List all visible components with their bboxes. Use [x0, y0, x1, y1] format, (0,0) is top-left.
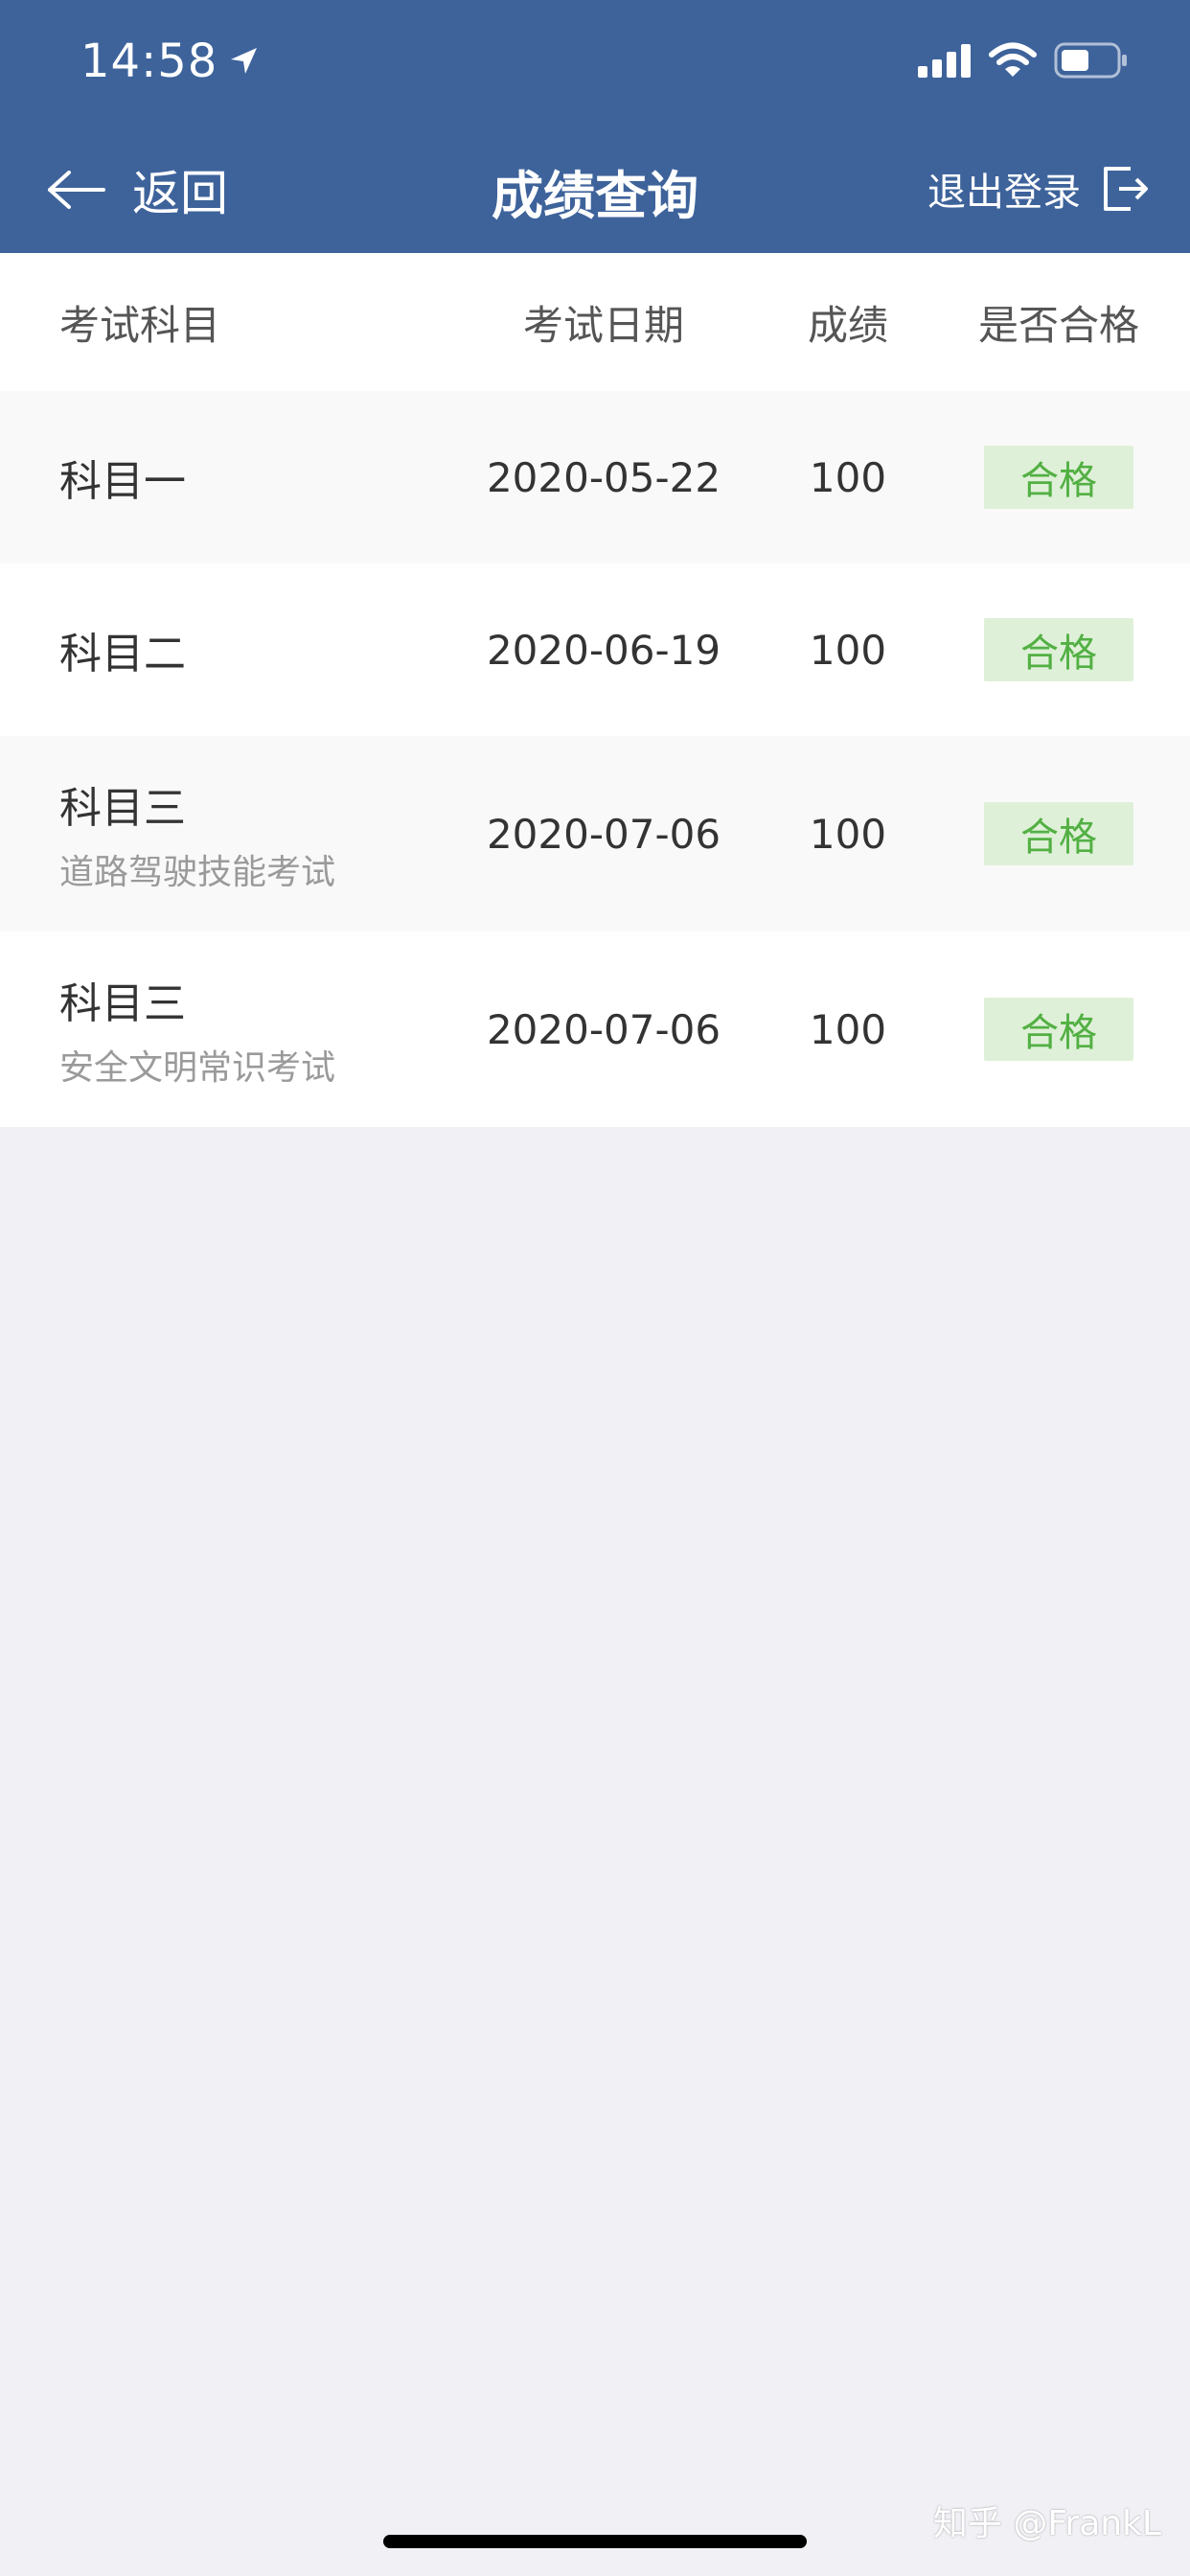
cellular-signal-icon	[918, 44, 971, 78]
location-arrow-icon	[231, 48, 258, 74]
page-title-text: 成绩查询	[492, 166, 698, 226]
score-cell: 100	[771, 391, 925, 564]
wifi-icon	[989, 42, 1037, 77]
table-header-row: 考试科目 考试日期 成绩 是否合格	[0, 253, 1190, 391]
logout-icon	[1104, 167, 1148, 211]
pass-badge: 合格	[984, 802, 1133, 865]
exam-date: 2020-06-19	[486, 626, 721, 674]
header-date: 考试日期	[522, 301, 684, 349]
table-row: 科目三 安全文明常识考试 2020-07-06 100 合格	[0, 932, 1190, 1127]
pass-badge: 合格	[984, 998, 1133, 1061]
logout-button[interactable]: 退出登录	[927, 161, 1150, 217]
subject-detail: 安全文明常识考试	[59, 1048, 336, 1088]
table-row: 科目三 道路驾驶技能考试 2020-07-06 100 合格	[0, 736, 1190, 932]
pass-cell: 合格	[968, 932, 1150, 1127]
subject-name: 科目三	[59, 784, 186, 833]
header-subject: 考试科目	[59, 301, 221, 349]
subject-cell: 科目三 安全文明常识考试	[59, 932, 462, 1127]
status-indicators	[918, 42, 1129, 79]
subject-name: 科目三	[59, 979, 186, 1028]
score-cell: 100	[771, 932, 925, 1127]
exam-score: 100	[809, 453, 887, 501]
app-header: 14:58 返回 成绩查询 退出登录	[0, 0, 1190, 253]
watermark: 知乎 @FrankL	[932, 2504, 1161, 2543]
exam-score: 100	[809, 626, 887, 674]
subject-name: 科目二	[59, 630, 186, 678]
score-cell: 100	[771, 736, 925, 932]
date-cell: 2020-06-19	[460, 564, 747, 736]
exam-date: 2020-05-22	[486, 453, 721, 501]
score-cell: 100	[771, 564, 925, 736]
exam-score: 100	[809, 810, 887, 858]
status-time-text: 14:58	[80, 34, 218, 88]
header-pass: 是否合格	[977, 301, 1139, 349]
pass-badge: 合格	[984, 446, 1133, 509]
pass-cell: 合格	[968, 391, 1150, 564]
subject-cell: 科目一	[59, 391, 462, 564]
pass-cell: 合格	[968, 736, 1150, 932]
exam-date: 2020-07-06	[486, 1005, 721, 1053]
header-score: 成绩	[807, 301, 888, 349]
table-row: 科目一 2020-05-22 100 合格	[0, 391, 1190, 564]
logout-label: 退出登录	[927, 171, 1081, 215]
score-table: 考试科目 考试日期 成绩 是否合格 科目一 2020-05-22 100 合格 …	[0, 253, 1190, 1127]
status-time: 14:58	[80, 34, 260, 88]
table-row: 科目二 2020-06-19 100 合格	[0, 564, 1190, 736]
subject-detail: 道路驾驶技能考试	[59, 853, 336, 892]
subject-name: 科目一	[59, 457, 186, 506]
arrow-left-icon	[48, 171, 105, 209]
exam-date: 2020-07-06	[486, 810, 721, 858]
subject-cell: 科目三 道路驾驶技能考试	[59, 736, 462, 932]
subject-cell: 科目二	[59, 564, 462, 736]
date-cell: 2020-05-22	[460, 391, 747, 564]
pass-badge: 合格	[984, 618, 1133, 681]
pass-cell: 合格	[968, 564, 1150, 736]
date-cell: 2020-07-06	[460, 736, 747, 932]
back-label: 返回	[132, 166, 228, 221]
home-indicator[interactable]	[383, 2535, 807, 2548]
battery-icon	[1054, 42, 1127, 79]
exam-score: 100	[809, 1005, 887, 1053]
date-cell: 2020-07-06	[460, 932, 747, 1127]
back-button[interactable]: 返回	[46, 155, 228, 224]
